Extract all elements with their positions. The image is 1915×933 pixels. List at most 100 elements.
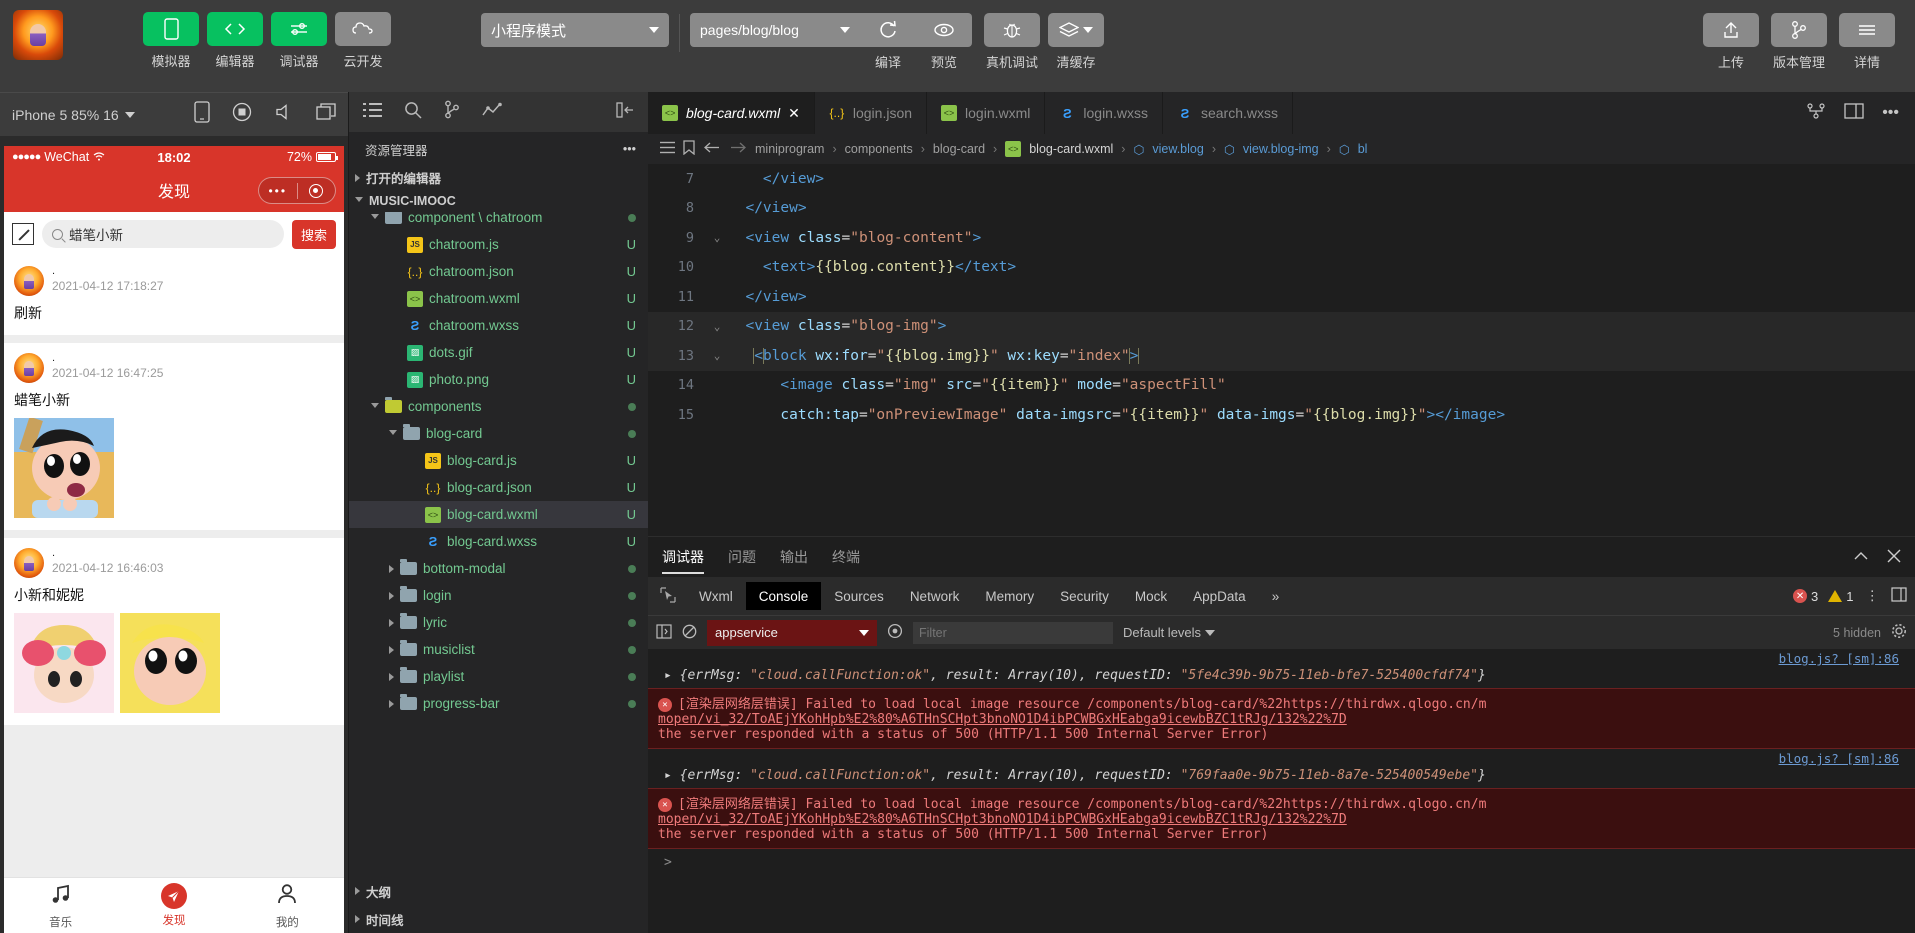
error-url[interactable]: mopen/vi_32/ToAEjYKohHpb%E2%80%A6THnSCHp… <box>658 812 1347 827</box>
console-error-entry[interactable]: ✕ [渲染层网络层错误] Failed to load local image r… <box>648 788 1915 849</box>
capsule-close-icon[interactable] <box>298 183 336 198</box>
tree-item-chatroom-wxml[interactable]: <> chatroom.wxml U <box>349 285 648 312</box>
tree-item-progress-bar[interactable]: progress-bar <box>349 690 648 717</box>
tab-music[interactable]: 音乐 <box>4 878 117 933</box>
tab-login-wxss[interactable]: Ƨ login.wxss <box>1045 92 1163 134</box>
breadcrumb-item[interactable]: blog-card.wxml <box>1029 142 1113 156</box>
search-icon[interactable] <box>404 101 422 124</box>
status-badge[interactable]: ✕ 3 1 <box>1793 589 1854 604</box>
dock-icon[interactable] <box>1891 587 1907 605</box>
section-open-editors[interactable]: 打开的编辑器 <box>349 166 648 189</box>
compose-icon[interactable] <box>12 223 34 245</box>
fold-toggle[interactable]: ⌄ <box>706 320 728 333</box>
tree-item-blog-card-json[interactable]: {..} blog-card.json U <box>349 474 648 501</box>
version-management-button[interactable]: 版本管理 <box>1771 0 1827 71</box>
collapse-icon[interactable] <box>616 101 634 123</box>
capsule-more-icon[interactable]: ••• <box>259 184 297 198</box>
code-area[interactable]: 7 </view> 8 </view> 9 ⌄ <view class="blo… <box>648 164 1915 536</box>
eye-icon[interactable] <box>887 623 903 642</box>
devtools-tab-appdata[interactable]: AppData <box>1180 582 1259 610</box>
devtools-tab-security[interactable]: Security <box>1047 582 1122 610</box>
details-button[interactable]: 详情 <box>1839 0 1895 71</box>
breadcrumb-item[interactable]: view.blog-img <box>1243 142 1319 156</box>
devtools-tab-console[interactable]: Console <box>745 582 822 610</box>
console-source-link[interactable]: blog.js? [sm]:86 <box>648 749 1915 766</box>
tree-item-component-chatroom[interactable]: component \ chatroom <box>349 212 648 231</box>
section-outline[interactable]: 大纲 <box>349 877 648 905</box>
search-input[interactable]: 蜡笔小新 <box>42 220 284 248</box>
kebab-menu-icon[interactable]: ⋮ <box>1866 588 1880 604</box>
tab-login-wxml[interactable]: <> login.wxml <box>927 92 1046 134</box>
console-prompt[interactable]: > <box>648 849 1915 876</box>
error-url[interactable]: mopen/vi_32/ToAEjYKohHpb%E2%80%A6THnSCHp… <box>658 712 1347 727</box>
expand-arrow-icon[interactable]: ▸ <box>664 768 672 783</box>
clear-cache-button[interactable]: 清缓存 <box>1048 0 1104 71</box>
tree-item-chatroom-json[interactable]: {..} chatroom.json U <box>349 258 648 285</box>
tab-output[interactable]: 输出 <box>780 537 808 577</box>
console-error-entry[interactable]: ✕ [渲染层网络层错误] Failed to load local image r… <box>648 688 1915 749</box>
console-filter-input[interactable] <box>913 621 1113 644</box>
devtools-tab-sources[interactable]: Sources <box>821 582 897 610</box>
page-select[interactable]: pages/blog/blog <box>690 13 860 47</box>
list-item[interactable]: . 2021-04-12 16:46:03 小新和妮妮 <box>4 538 344 725</box>
tree-item-blog-card-wxml[interactable]: <> blog-card.wxml U <box>349 501 648 528</box>
post-image[interactable] <box>120 613 220 713</box>
user-avatar[interactable] <box>13 10 63 60</box>
close-icon[interactable] <box>1887 549 1901 566</box>
back-arrow-icon[interactable] <box>703 141 721 157</box>
list-item[interactable]: . 2021-04-12 17:18:27 刷新 <box>4 256 344 335</box>
explorer-icon[interactable] <box>363 102 382 123</box>
tree-item-blog-card[interactable]: blog-card <box>349 420 648 447</box>
tab-login-json[interactable]: {..} login.json <box>815 92 928 134</box>
device-select[interactable]: iPhone 5 85% 16 <box>12 107 135 123</box>
console-log-entry[interactable]: ▸ {errMsg: "cloud.callFunction:ok", resu… <box>648 766 1915 788</box>
breadcrumb-item[interactable]: view.blog <box>1152 142 1203 156</box>
split-editor-icon[interactable] <box>1806 102 1826 124</box>
devtools-tab-memory[interactable]: Memory <box>972 582 1047 610</box>
real-device-debug-button[interactable]: 真机调试 <box>984 0 1040 71</box>
tab-discover[interactable]: 发现 <box>117 878 230 933</box>
tree-item-photo-png[interactable]: ▨ photo.png U <box>349 366 648 393</box>
console-levels-select[interactable]: Default levels <box>1123 625 1216 640</box>
wechat-capsule[interactable]: ••• <box>258 177 336 204</box>
console-output[interactable]: blog.js? [sm]:86 ▸ {errMsg: "cloud.callF… <box>648 649 1915 933</box>
simulator-button[interactable]: 模拟器 <box>143 0 199 70</box>
console-source-link[interactable]: blog.js? [sm]:86 <box>648 649 1915 666</box>
section-project-root[interactable]: MUSIC-IMOOC <box>349 189 648 212</box>
more-icon[interactable]: ••• <box>1882 104 1899 122</box>
chevron-right-right-icon[interactable]: » <box>1259 582 1293 610</box>
tree-item-chatroom-js[interactable]: JS chatroom.js U <box>349 231 648 258</box>
tab-blog-card-wxml[interactable]: <> blog-card.wxml ✕ <box>648 92 815 134</box>
breadcrumb-item[interactable]: bl <box>1358 142 1368 156</box>
debug-icon[interactable] <box>482 102 502 123</box>
editor-button[interactable]: 编辑器 <box>207 0 263 70</box>
tree-item-playlist[interactable]: playlist <box>349 663 648 690</box>
breadcrumb-item[interactable]: blog-card <box>933 142 985 156</box>
tab-search-wxss[interactable]: Ƨ search.wxss <box>1163 92 1294 134</box>
cloud-dev-button[interactable]: 云开发 <box>335 0 391 70</box>
post-image[interactable] <box>14 418 114 518</box>
mode-select[interactable]: 小程序模式 <box>481 13 669 47</box>
console-log-entry[interactable]: ▸ {errMsg: "cloud.callFunction:ok", resu… <box>648 666 1915 688</box>
record-icon[interactable] <box>232 102 252 127</box>
tab-debugger[interactable]: 调试器 <box>662 537 704 577</box>
phone-rotate-icon[interactable] <box>194 101 210 128</box>
compile-button[interactable]: 编译 <box>860 0 916 71</box>
tab-terminal[interactable]: 终端 <box>832 537 860 577</box>
gear-icon[interactable] <box>1891 623 1907 642</box>
preview-button[interactable]: 预览 <box>916 0 972 71</box>
expand-arrow-icon[interactable]: ▸ <box>664 668 672 683</box>
tree-item-login[interactable]: login <box>349 582 648 609</box>
volume-icon[interactable] <box>274 103 294 126</box>
tab-mine[interactable]: 我的 <box>231 878 344 933</box>
tree-item-blog-card-wxss[interactable]: Ƨ blog-card.wxss U <box>349 528 648 555</box>
devtools-tab-network[interactable]: Network <box>897 582 973 610</box>
console-sidebar-icon[interactable] <box>656 623 672 642</box>
layout-icon[interactable] <box>1844 102 1864 124</box>
fold-toggle[interactable]: ⌄ <box>706 349 728 362</box>
tree-item-dots-gif[interactable]: ▨ dots.gif U <box>349 339 648 366</box>
upload-button[interactable]: 上传 <box>1703 0 1759 71</box>
search-button[interactable]: 搜索 <box>291 219 336 249</box>
post-image[interactable] <box>14 613 114 713</box>
tree-item-blog-card-js[interactable]: JS blog-card.js U <box>349 447 648 474</box>
